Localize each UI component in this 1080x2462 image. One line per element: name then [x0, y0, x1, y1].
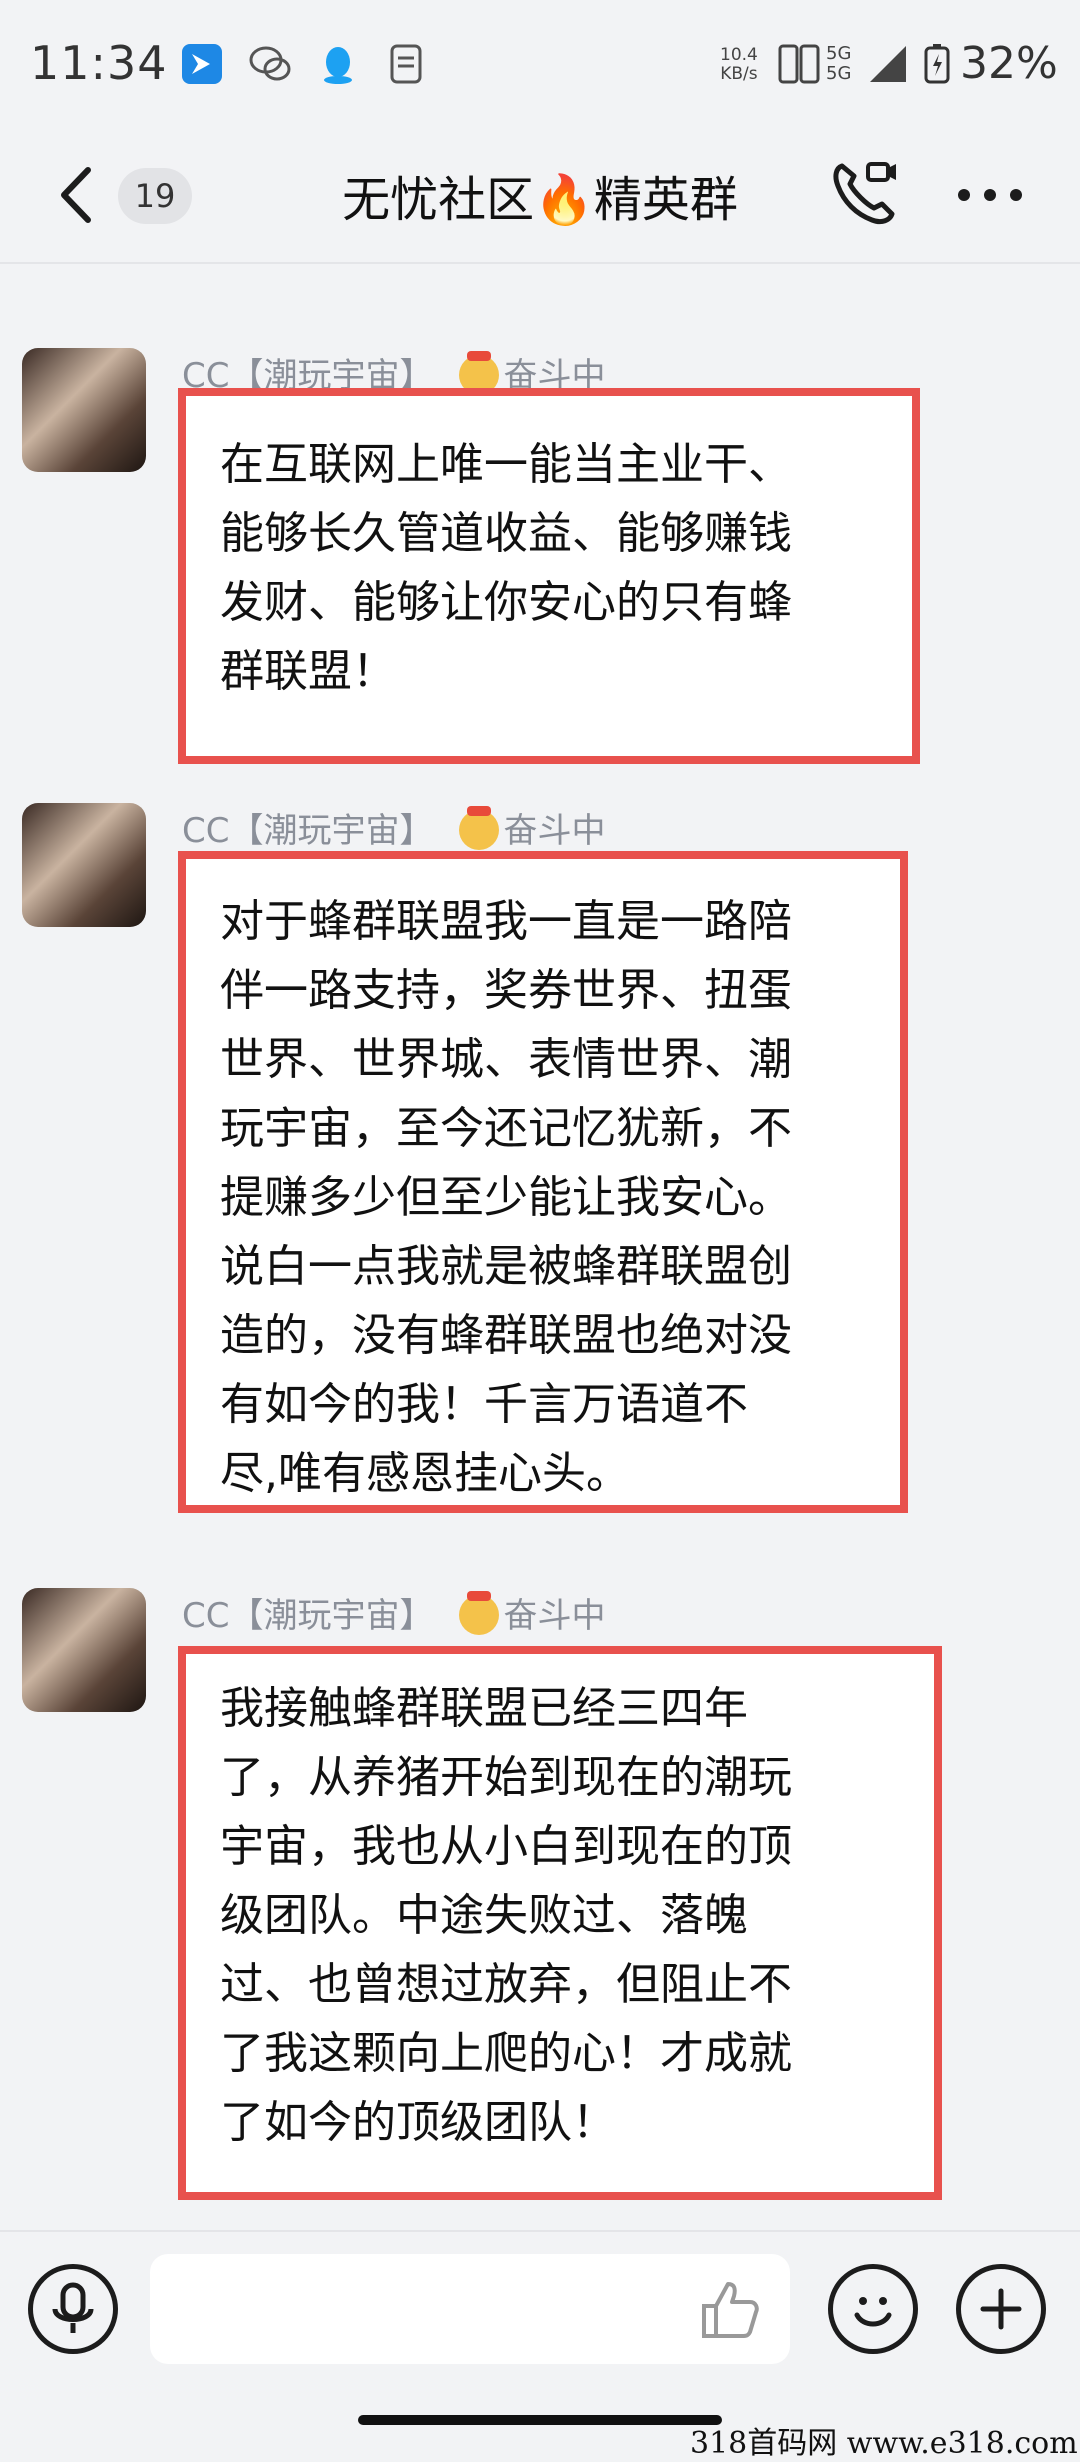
- message-line: 了如今的顶级团队！: [220, 2097, 616, 2148]
- message-line: 尽,唯有感恩挂心头。: [220, 1448, 630, 1499]
- message-line: 群联盟！: [220, 646, 396, 697]
- network-type: 5G 5G: [826, 43, 852, 84]
- smiley-icon: [854, 2297, 892, 2327]
- phone-video-call-icon[interactable]: [828, 158, 900, 230]
- message-line: 有如今的我！千言万语道不: [220, 1379, 748, 1430]
- net-speed: 10.4 KB/s: [720, 45, 758, 84]
- message-line: 在互联网上唯一能当主业干、: [220, 439, 792, 490]
- message-text: 在互联网上唯一能当主业干、 能够长久管道收益、能够赚钱 发财、能够让你安心的只有…: [220, 430, 792, 706]
- thumbs-up-icon[interactable]: [694, 2274, 764, 2344]
- voice-input-button[interactable]: [28, 2264, 118, 2354]
- message-line: 伴一路支持，奖券世界、扭蛋: [220, 965, 792, 1016]
- sender-avatar[interactable]: [22, 348, 146, 472]
- message-line: 能够长久管道收益、能够赚钱: [220, 508, 792, 559]
- message-line: 说白一点我就是被蜂群联盟创: [220, 1241, 792, 1292]
- sender-status: 奋斗中: [503, 1596, 606, 1636]
- status-emoji-icon: [459, 806, 500, 850]
- home-indicator[interactable]: [358, 2415, 722, 2425]
- message-line: 世界、世界城、表情世界、潮: [220, 1034, 792, 1085]
- battery-percent: 32%: [960, 38, 1058, 89]
- message-line: 级团队。中途失败过、落魄: [220, 1890, 748, 1941]
- message-line: 发财、能够让你安心的只有蜂: [220, 577, 792, 628]
- watermark: 318首码网 www.e318.com: [690, 2426, 1078, 2461]
- message-line: 玩宇宙，至今还记忆犹新，不: [220, 1103, 792, 1154]
- chat-title: 无忧社区🔥精英群: [342, 172, 738, 228]
- hd-icon: [778, 44, 820, 84]
- message-line: 对于蜂群联盟我一直是一路陪: [220, 896, 792, 947]
- sender-avatar[interactable]: [22, 1588, 146, 1712]
- feishu-icon: [182, 44, 222, 84]
- chat-message: CC【潮玩宇宙】 奋斗中 对于蜂群联盟我一直是一路陪 伴一路支持，奖券世界、扭蛋 …: [0, 795, 1080, 1525]
- message-line: 过、也曾想过放弃，但阻止不: [220, 1959, 792, 2010]
- message-line: 提赚多少但至少能让我安心。: [220, 1172, 792, 1223]
- battery-icon: [924, 44, 950, 84]
- message-line: 我接触蜂群联盟已经三四年: [220, 1683, 748, 1734]
- wechat-icon: [249, 46, 291, 81]
- message-line: 造的，没有蜂群联盟也绝对没: [220, 1310, 792, 1361]
- sender-name: CC【潮玩宇宙】: [182, 1596, 434, 1636]
- emoji-button[interactable]: [828, 2264, 918, 2354]
- status-emoji-icon: [459, 1591, 500, 1635]
- add-attachment-button[interactable]: [956, 2264, 1046, 2354]
- message-line: 了，从养猪开始到现在的潮玩: [220, 1752, 792, 1803]
- plus-icon: [980, 2288, 1022, 2330]
- message-line: 宇宙，我也从小白到现在的顶: [220, 1821, 792, 1872]
- sender-status: 奋斗中: [503, 811, 606, 851]
- sender-info: CC【潮玩宇宙】 奋斗中: [182, 1588, 605, 1637]
- message-text: 对于蜂群联盟我一直是一路陪 伴一路支持，奖券世界、扭蛋 世界、世界城、表情世界、…: [220, 887, 792, 1508]
- chat-header: 19 无忧社区🔥精英群: [0, 130, 1080, 264]
- more-options-icon[interactable]: [950, 170, 1030, 220]
- chat-message: CC【潮玩宇宙】 奋斗中 我接触蜂群联盟已经三四年 了，从养猪开始到现在的潮玩 宇…: [0, 1580, 1080, 2210]
- message-text: 我接触蜂群联盟已经三四年 了，从养猪开始到现在的潮玩 宇宙，我也从小白到现在的顶…: [220, 1674, 792, 2157]
- status-time: 11:34: [30, 36, 168, 90]
- notes-icon: [390, 44, 422, 84]
- sender-name: CC【潮玩宇宙】: [182, 811, 434, 851]
- chat-message: CC【潮玩宇宙】 奋斗中 在互联网上唯一能当主业干、 能够长久管道收益、能够赚钱 …: [0, 340, 1080, 780]
- qq-icon: [324, 47, 352, 84]
- status-bar: 11:34 10.4 KB/s 5G 5G 32%: [0, 0, 1080, 130]
- message-line: 了我这颗向上爬的心！才成就: [220, 2028, 792, 2079]
- signal-icon: [870, 46, 906, 82]
- message-input[interactable]: [150, 2254, 790, 2364]
- sender-info: CC【潮玩宇宙】 奋斗中: [182, 803, 605, 852]
- microphone-icon: [52, 2282, 94, 2333]
- sender-avatar[interactable]: [22, 803, 146, 927]
